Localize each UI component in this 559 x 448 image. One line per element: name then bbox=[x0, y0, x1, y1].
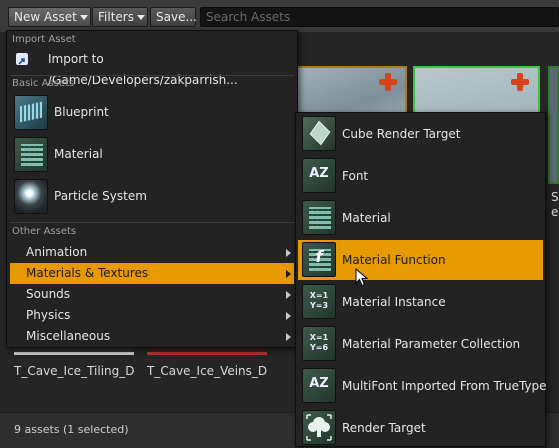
animation-label: Animation bbox=[26, 245, 88, 259]
asset-tile-partial[interactable] bbox=[548, 66, 559, 184]
chevron-right-icon bbox=[286, 312, 291, 320]
menu-item-particle-system[interactable]: Particle System bbox=[10, 177, 294, 217]
blueprint-label: Blueprint bbox=[54, 105, 109, 119]
submenu-item-render-target[interactable]: Render Target bbox=[298, 408, 543, 448]
material-parameter-collection-label: Material Parameter Collection bbox=[342, 337, 521, 351]
chevron-right-icon bbox=[286, 270, 291, 278]
material-label: Material bbox=[54, 147, 103, 161]
basic-assets-header: Basic Assets bbox=[12, 78, 75, 89]
filters-button[interactable]: Filters bbox=[92, 7, 148, 27]
material-parameter-collection-icon: X=1 Y=6 bbox=[302, 326, 336, 361]
menu-item-physics[interactable]: Physics bbox=[10, 305, 294, 326]
save-button[interactable]: Save... bbox=[150, 7, 197, 27]
plus-icon bbox=[378, 72, 398, 92]
new-asset-button[interactable]: New Asset bbox=[8, 7, 91, 27]
import-icon bbox=[16, 53, 28, 65]
font-icon: AZ bbox=[302, 158, 336, 193]
menu-item-blueprint[interactable]: Blueprint bbox=[10, 93, 294, 133]
instance-glyph: X=1 Y=3 bbox=[309, 291, 329, 310]
menu-item-materials-textures[interactable]: Materials & Textures bbox=[10, 263, 294, 284]
import-header: Import Asset bbox=[12, 34, 76, 45]
font-label: Font bbox=[342, 169, 369, 183]
new-asset-label: New Asset bbox=[14, 10, 77, 24]
param-glyph: X=1 Y=6 bbox=[309, 333, 329, 352]
material-function-icon: f bbox=[302, 242, 336, 277]
material-sub-label: Material bbox=[342, 211, 391, 225]
render-target-icon bbox=[302, 410, 336, 445]
chevron-right-icon bbox=[286, 291, 291, 299]
filters-label: Filters bbox=[98, 10, 134, 24]
material-function-label: Material Function bbox=[342, 253, 446, 267]
material-instance-icon: X=1 Y=3 bbox=[302, 284, 336, 319]
submenu-item-multifont[interactable]: AZ MultiFont Imported From TrueType bbox=[298, 366, 547, 406]
blueprint-icon bbox=[14, 95, 48, 130]
divider bbox=[10, 75, 294, 76]
material-icon bbox=[14, 137, 48, 172]
save-label: Save... bbox=[156, 10, 197, 24]
menu-item-material[interactable]: Material bbox=[10, 135, 294, 175]
import-label: Import to /Game/Developers/zakparrish... bbox=[48, 52, 238, 87]
sounds-label: Sounds bbox=[26, 287, 71, 301]
asset-label: T_Cave_Ice_Veins_D bbox=[147, 364, 268, 378]
menu-item-animation[interactable]: Animation bbox=[10, 242, 294, 263]
new-asset-menu: Import Asset Import to /Game/Developers/… bbox=[6, 30, 298, 348]
physics-label: Physics bbox=[26, 308, 71, 322]
multifont-label: MultiFont Imported From TrueType bbox=[342, 379, 547, 393]
asset-count: 9 assets (1 selected) bbox=[14, 423, 129, 436]
search-input[interactable]: Search Assets bbox=[200, 7, 559, 27]
font-icon-glyph: AZ bbox=[309, 166, 329, 181]
submenu-item-material-parameter-collection[interactable]: X=1 Y=6 Material Parameter Collection bbox=[298, 324, 543, 364]
chevron-down-icon bbox=[79, 15, 88, 20]
submenu-item-font[interactable]: AZ Font bbox=[298, 156, 543, 196]
materials-textures-submenu: Cube Render Target AZ Font Material f Ma… bbox=[295, 112, 547, 448]
import-item[interactable]: Import to /Game/Developers/zakparrish... bbox=[10, 49, 294, 87]
plus-icon bbox=[510, 72, 530, 92]
chevron-right-icon bbox=[286, 333, 291, 341]
partial-label: S bbox=[551, 190, 559, 204]
render-target-label: Render Target bbox=[342, 421, 426, 435]
materials-textures-label: Materials & Textures bbox=[26, 266, 149, 280]
function-glyph: f bbox=[315, 247, 323, 266]
material-icon bbox=[302, 200, 336, 235]
cube-render-target-label: Cube Render Target bbox=[342, 127, 461, 141]
partial-label: e bbox=[551, 205, 559, 219]
multifont-glyph: AZ bbox=[309, 376, 329, 391]
miscellaneous-label: Miscellaneous bbox=[26, 329, 111, 343]
toolbar: New Asset Filters Save... Search Assets bbox=[0, 0, 559, 32]
menu-item-miscellaneous[interactable]: Miscellaneous bbox=[10, 326, 294, 347]
particle-system-icon bbox=[14, 179, 48, 214]
search-placeholder: Search Assets bbox=[206, 10, 291, 24]
other-assets-header: Other Assets bbox=[12, 226, 77, 237]
particle-system-label: Particle System bbox=[54, 189, 147, 203]
menu-item-sounds[interactable]: Sounds bbox=[10, 284, 294, 305]
submenu-item-cube-render-target[interactable]: Cube Render Target bbox=[298, 114, 543, 154]
submenu-item-material-instance[interactable]: X=1 Y=3 Material Instance bbox=[298, 282, 543, 322]
chevron-down-icon bbox=[136, 15, 145, 20]
divider bbox=[10, 222, 294, 223]
asset-label: T_Cave_Ice_Tiling_D bbox=[14, 364, 135, 378]
material-instance-label: Material Instance bbox=[342, 295, 446, 309]
submenu-item-material-function[interactable]: f Material Function bbox=[298, 240, 543, 280]
multifont-icon: AZ bbox=[302, 368, 336, 403]
cube-render-target-icon bbox=[302, 116, 336, 151]
submenu-item-material[interactable]: Material bbox=[298, 198, 543, 238]
chevron-right-icon bbox=[286, 249, 291, 257]
